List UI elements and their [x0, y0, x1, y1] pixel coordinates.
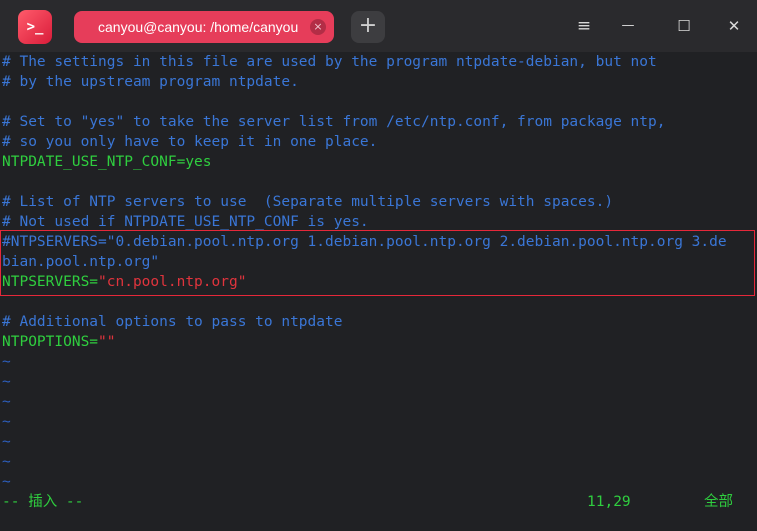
close-icon[interactable]: ✕ [722, 14, 746, 38]
comment-line: # by the upstream program ntpdate. [2, 74, 299, 90]
comment-line: # Additional options to pass to ntpdate [2, 314, 343, 330]
comment-line: # so you only have to keep it in one pla… [2, 134, 378, 150]
empty-buffer-line: ~ [2, 434, 11, 450]
config-line: NTPOPTIONS="" [2, 332, 116, 352]
scroll-position: 全部 [704, 494, 733, 510]
comment-line: # List of NTP servers to use (Separate m… [2, 194, 614, 210]
maximize-icon[interactable]: ☐ [672, 14, 696, 38]
title-bar: >_ canyou@canyou: /home/canyou × + ≡ — ☐… [0, 0, 757, 52]
terminal-editor[interactable]: # The settings in this file are used by … [0, 52, 757, 531]
cursor-position: 11,29 [587, 494, 631, 510]
terminal-tab[interactable]: canyou@canyou: /home/canyou × [74, 11, 334, 43]
empty-buffer-line: ~ [2, 474, 11, 490]
terminal-app-icon[interactable]: >_ [18, 10, 52, 44]
comment-line: # Not used if NTPDATE_USE_NTP_CONF is ye… [2, 214, 369, 230]
tab-title: canyou@canyou: /home/canyou [98, 19, 299, 35]
menu-icon[interactable]: ≡ [572, 14, 596, 38]
empty-buffer-line: ~ [2, 354, 11, 370]
config-line: NTPDATE_USE_NTP_CONF=yes [2, 154, 212, 170]
tab-close-icon[interactable]: × [310, 19, 326, 35]
empty-buffer-line: ~ [2, 454, 11, 470]
comment-line: # The settings in this file are used by … [2, 54, 657, 70]
config-key: NTPOPTIONS= [2, 334, 99, 350]
empty-buffer-line: ~ [2, 374, 11, 390]
highlight-annotation [0, 230, 755, 296]
vim-mode-indicator: -- 插入 -- [2, 494, 84, 510]
empty-buffer-line: ~ [2, 394, 11, 410]
empty-buffer-line: ~ [2, 414, 11, 430]
minimize-icon[interactable]: — [616, 14, 640, 38]
new-tab-button[interactable]: + [351, 11, 385, 43]
config-value: "" [98, 334, 116, 350]
comment-line: # Set to "yes" to take the server list f… [2, 114, 666, 130]
